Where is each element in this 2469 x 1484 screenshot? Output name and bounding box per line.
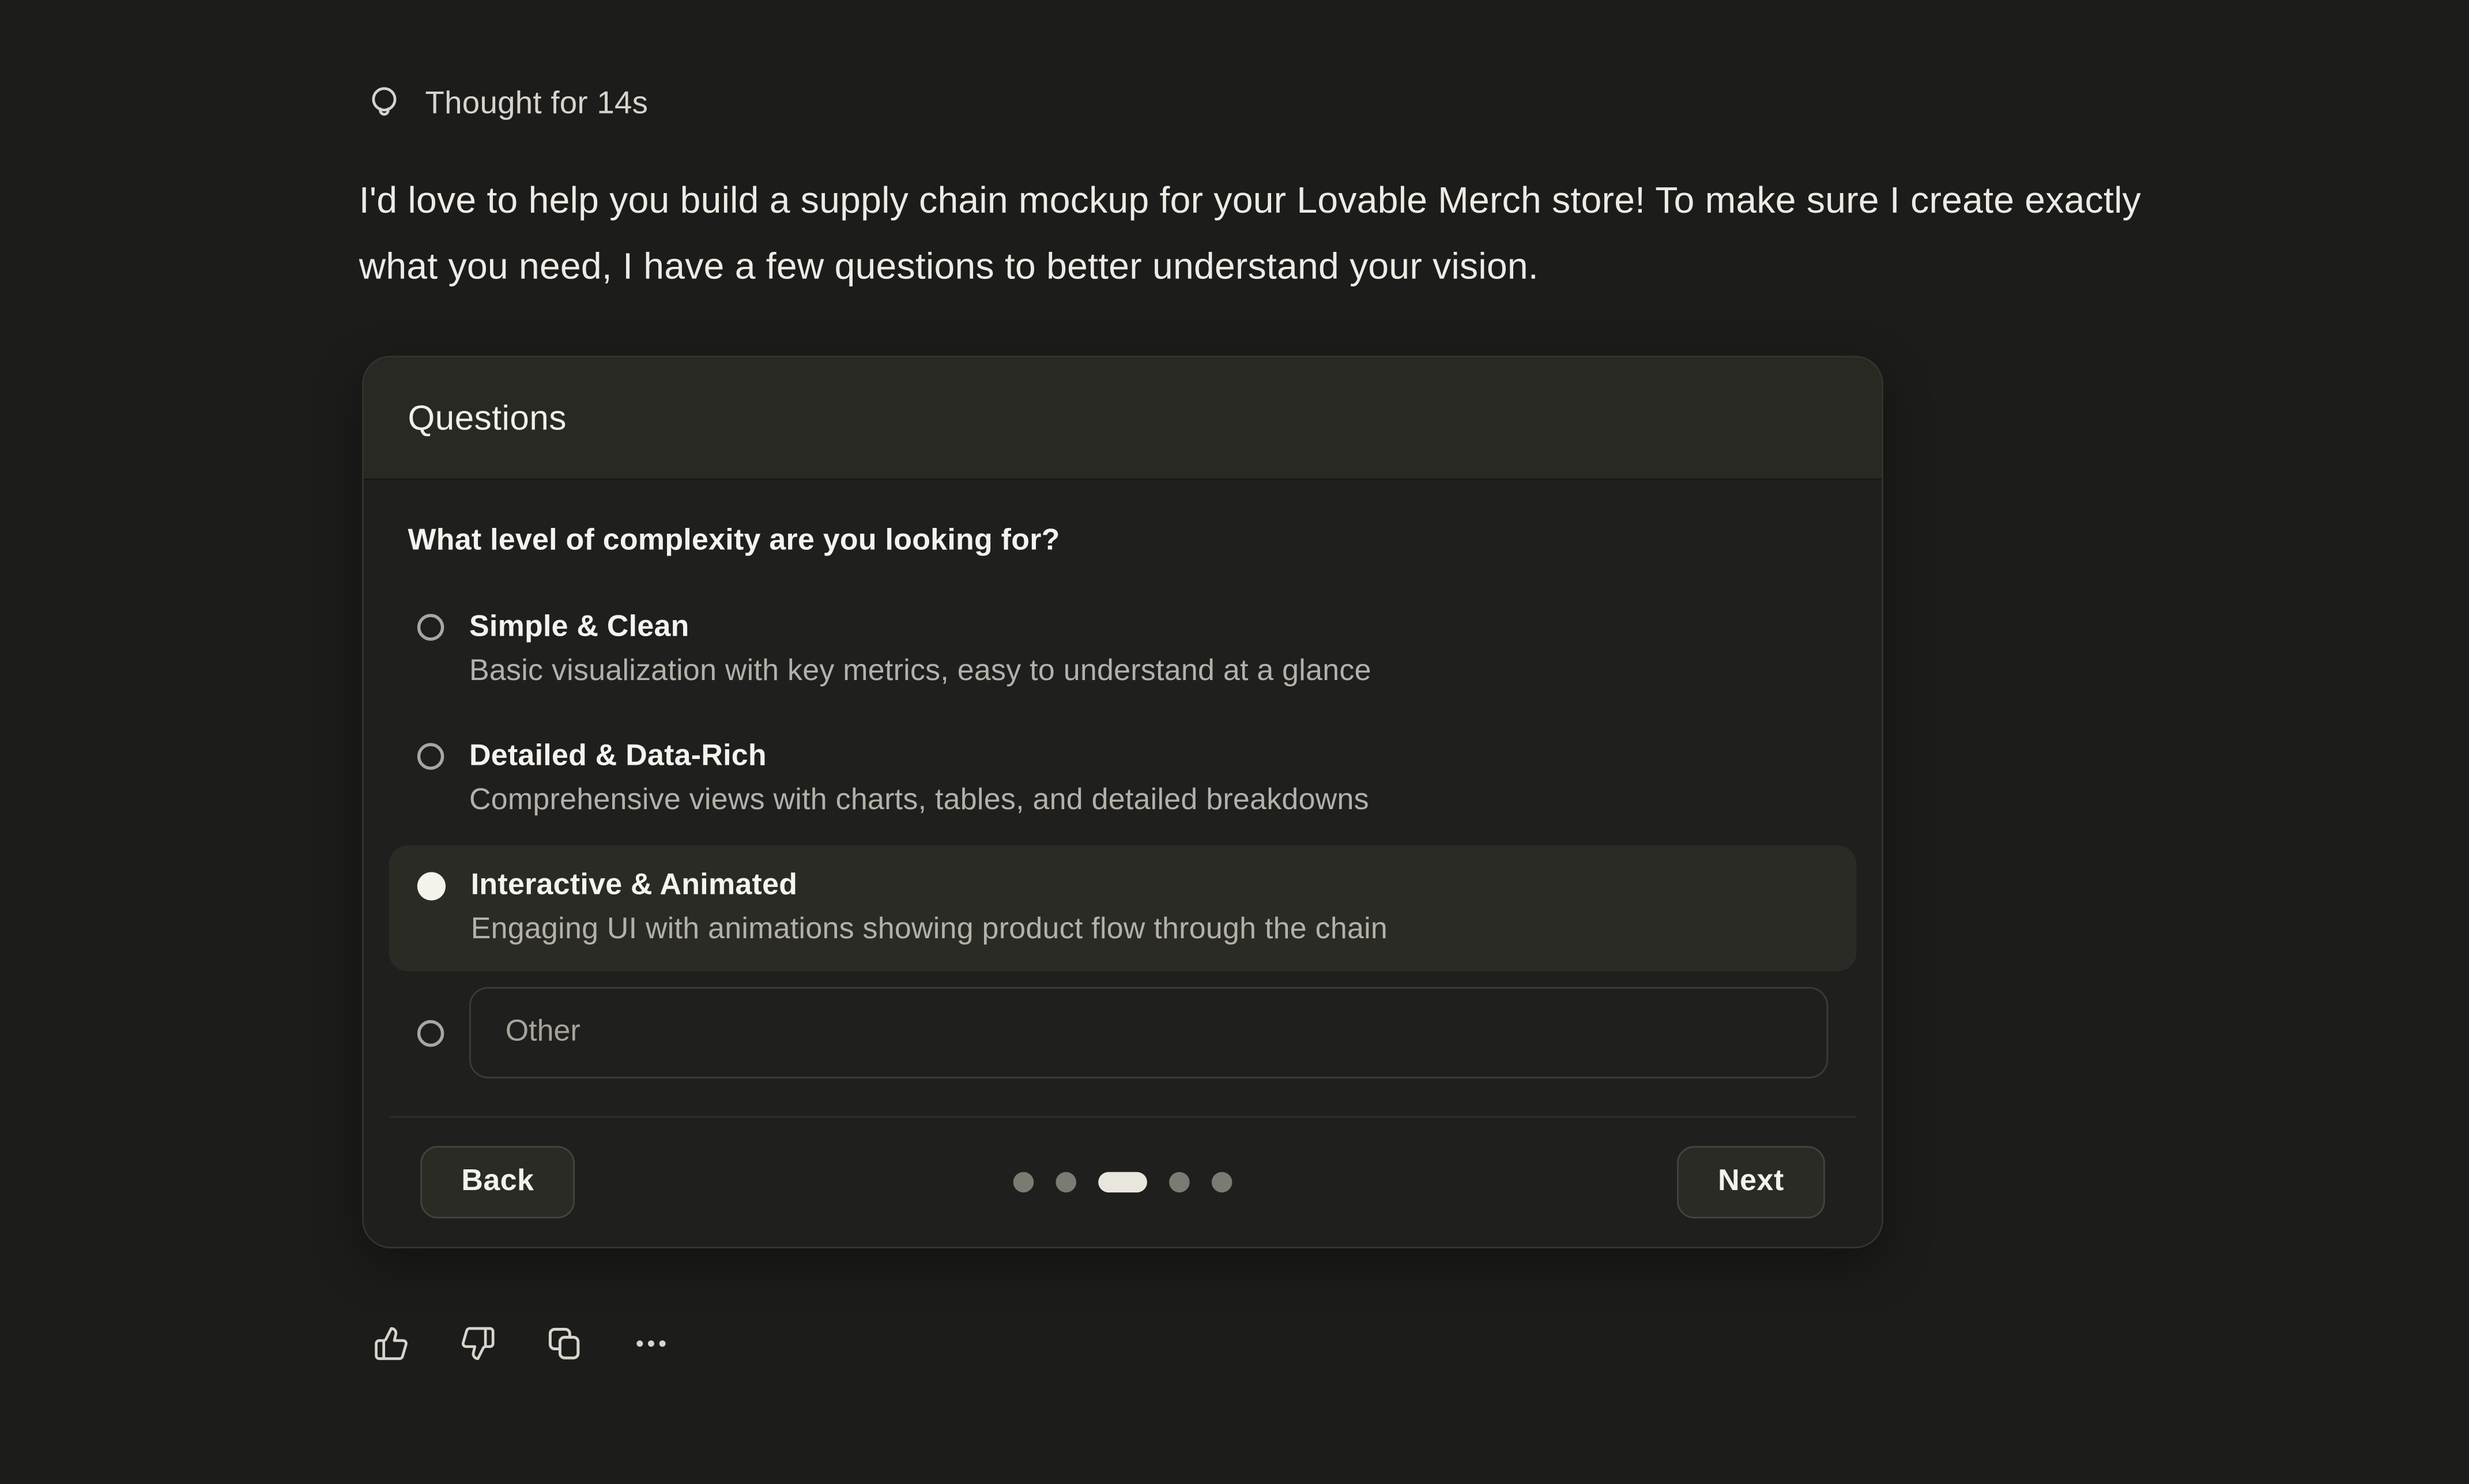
option-label: Simple & Clean [469, 606, 1371, 650]
options-list: Simple & Clean Basic visualization with … [389, 587, 1857, 1091]
back-button[interactable]: Back [420, 1146, 575, 1219]
radio-selected-icon[interactable] [417, 872, 446, 900]
page-dot [1013, 1172, 1034, 1193]
option-description: Engaging UI with animations showing prod… [471, 908, 1388, 952]
option-label: Interactive & Animated [471, 864, 1388, 908]
option-simple-clean[interactable]: Simple & Clean Basic visualization with … [389, 587, 1857, 713]
more-options-icon[interactable] [633, 1326, 669, 1362]
questions-card: Questions What level of complexity are y… [362, 356, 1883, 1248]
radio-unselected-icon[interactable] [417, 743, 444, 769]
copy-icon[interactable] [546, 1326, 583, 1362]
questions-card-header: Questions [364, 357, 1882, 480]
thumbs-up-icon[interactable] [373, 1326, 409, 1362]
thought-label: Thought for 14s [425, 86, 649, 122]
option-detailed-data-rich[interactable]: Detailed & Data-Rich Comprehensive views… [389, 716, 1857, 843]
page-dot [1056, 1172, 1076, 1193]
page-dot [1212, 1172, 1232, 1193]
question-text: What level of complexity are you looking… [408, 524, 1837, 559]
radio-unselected-icon[interactable] [417, 1019, 444, 1046]
card-title: Questions [408, 398, 566, 439]
page-dot-active [1098, 1172, 1147, 1193]
option-interactive-animated[interactable]: Interactive & Animated Engaging UI with … [389, 845, 1857, 972]
radio-unselected-icon[interactable] [417, 614, 444, 640]
page-dot [1169, 1172, 1190, 1193]
option-other[interactable] [389, 975, 1857, 1091]
other-option-input[interactable] [469, 987, 1828, 1078]
thought-toggle[interactable]: Thought for 14s [364, 84, 648, 124]
card-footer: Back Next [389, 1116, 1857, 1247]
option-description: Basic visualization with key metrics, ea… [469, 650, 1371, 694]
questions-card-body: What level of complexity are you looking… [364, 480, 1882, 1247]
pagination-dots [1013, 1172, 1232, 1193]
lightbulb-icon [364, 84, 405, 124]
option-description: Comprehensive views with charts, tables,… [469, 779, 1369, 823]
thumbs-down-icon[interactable] [460, 1326, 496, 1362]
assistant-message: I'd love to help you build a supply chai… [359, 167, 2202, 299]
next-button[interactable]: Next [1677, 1146, 1825, 1219]
option-label: Detailed & Data-Rich [469, 735, 1369, 779]
chat-page: Thought for 14s I'd love to help you bui… [0, 0, 2469, 1484]
message-actions [373, 1326, 669, 1362]
